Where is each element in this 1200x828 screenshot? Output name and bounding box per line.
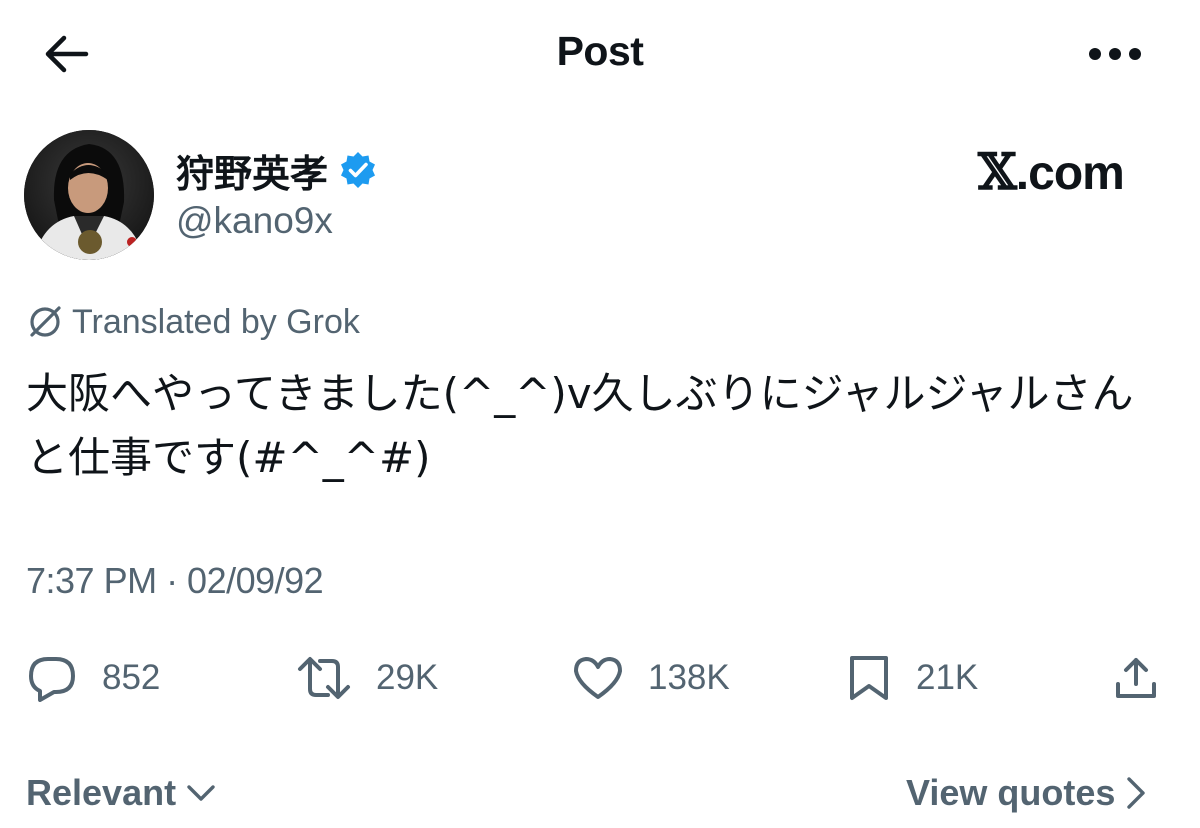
- avatar-image: [24, 130, 154, 260]
- x-logo-icon: 𝕏: [978, 142, 1017, 201]
- like-count: 138K: [648, 658, 730, 697]
- tweet-timestamp[interactable]: 7:37 PM · 02/09/92: [26, 560, 324, 602]
- author-handle[interactable]: @kano9x: [176, 200, 333, 242]
- heart-icon: [574, 657, 622, 699]
- brand-logo: 𝕏.com: [978, 142, 1125, 201]
- more-horizontal-icon: [1089, 48, 1141, 60]
- reply-icon: [29, 657, 75, 702]
- view-quotes-label: View quotes: [906, 772, 1116, 813]
- sort-label: Relevant: [26, 772, 177, 813]
- repost-button[interactable]: 29K: [296, 650, 438, 706]
- like-button[interactable]: 138K: [572, 650, 730, 706]
- reply-count: 852: [102, 658, 161, 697]
- translation-note[interactable]: Translated by Grok: [26, 300, 360, 344]
- author-name-row[interactable]: 狩野英孝: [176, 140, 378, 200]
- chevron-right-icon: [1127, 777, 1146, 809]
- verified-badge-icon: [341, 152, 376, 188]
- share-icon: [1116, 658, 1156, 698]
- avatar[interactable]: [24, 130, 154, 260]
- grok-icon: [30, 306, 61, 337]
- chevron-down-icon: [187, 785, 215, 801]
- author-display-name[interactable]: 狩野英孝: [176, 143, 328, 198]
- bookmark-count: 21K: [916, 658, 979, 697]
- brand-suffix: .com: [1015, 147, 1125, 200]
- repost-count: 29K: [376, 658, 439, 697]
- share-button[interactable]: [1112, 650, 1160, 706]
- view-quotes-link[interactable]: View quotes: [906, 768, 1147, 818]
- more-options-button[interactable]: [1080, 26, 1150, 82]
- translation-label: Translated by Grok: [72, 302, 360, 341]
- sort-relevant-dropdown[interactable]: Relevant: [26, 768, 216, 818]
- bookmark-button[interactable]: 21K: [846, 650, 978, 706]
- bookmark-icon: [850, 656, 888, 700]
- repost-icon: [298, 657, 350, 699]
- tweet-text: 大阪へやってきました(^_^)v久しぶりにジャルジャルさんと仕事です(#^_^#…: [26, 369, 1134, 482]
- reply-button[interactable]: 852: [26, 650, 160, 706]
- page-title: Post: [556, 28, 644, 74]
